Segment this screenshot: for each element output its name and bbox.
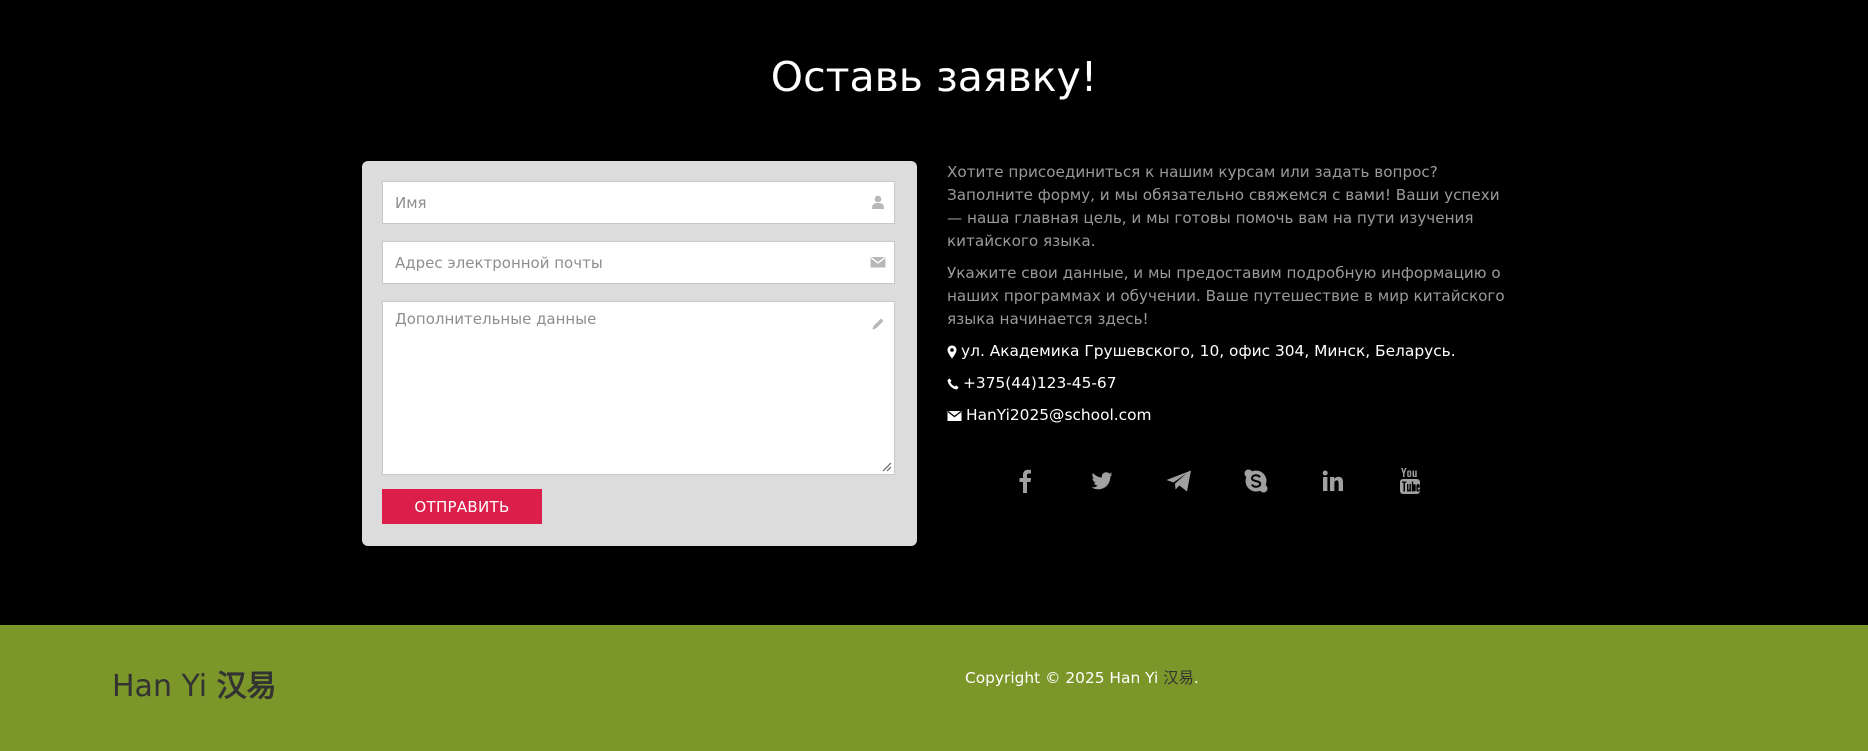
brand-chinese: 汉易 [216, 669, 277, 704]
youtube-icon[interactable] [1395, 466, 1425, 496]
footer-brand[interactable]: Han Yi 汉易 [112, 667, 277, 707]
info-paragraph-1: Хотите присоединиться к нашим курсам или… [947, 163, 1500, 250]
pencil-icon [872, 318, 884, 330]
envelope-icon [870, 256, 886, 268]
footer: Han Yi 汉易 Copyright © 2025 Han Yi 汉易. [0, 625, 1868, 751]
copyright: Copyright © 2025 Han Yi 汉易. [965, 666, 1199, 690]
email-line: HanYi2025@school.com [947, 404, 1507, 427]
map-marker-icon [947, 345, 957, 358]
skype-icon[interactable] [1241, 466, 1271, 496]
telegram-icon[interactable] [1164, 466, 1194, 496]
copyright-chinese: 汉易 [1163, 669, 1194, 687]
submit-button[interactable]: ОТПРАВИТЬ [382, 489, 542, 524]
address-text: ул. Академика Грушевского, 10, офис 304,… [961, 342, 1456, 360]
facebook-icon[interactable] [1010, 466, 1040, 496]
contact-section: Оставь заявку! Имя Адрес электронной поч… [0, 0, 1868, 625]
section-title: Оставь заявку! [770, 53, 1098, 101]
brand-latin: Han Yi [112, 669, 208, 704]
email-text: HanYi2025@school.com [966, 406, 1152, 424]
contact-form: Имя Адрес электронной почты Дополнительн… [362, 161, 917, 546]
extra-placeholder: Дополнительные данные [395, 310, 597, 328]
linkedin-icon[interactable] [1318, 466, 1348, 496]
extra-info-textarea[interactable]: Дополнительные данные [382, 301, 895, 475]
contact-info: Хотите присоединиться к нашим курсам или… [947, 161, 1507, 436]
name-placeholder: Имя [395, 194, 427, 212]
info-paragraph-2: Укажите свои данные, и мы предоставим по… [947, 264, 1505, 328]
copyright-suffix: . [1193, 669, 1199, 687]
social-links [1010, 466, 1430, 496]
phone-icon [947, 378, 959, 389]
resize-handle[interactable] [882, 462, 892, 472]
name-field[interactable]: Имя [382, 181, 895, 224]
user-icon [872, 195, 884, 209]
envelope-icon [947, 410, 962, 421]
phone-line: +375(44)123-45-67 [947, 372, 1507, 395]
twitter-icon[interactable] [1087, 466, 1117, 496]
phone-text: +375(44)123-45-67 [963, 374, 1117, 392]
email-field[interactable]: Адрес электронной почты [382, 241, 895, 284]
copyright-prefix: Copyright © 2025 Han Yi [965, 669, 1159, 687]
address-line: ул. Академика Грушевского, 10, офис 304,… [947, 340, 1507, 363]
email-placeholder: Адрес электронной почты [395, 254, 603, 272]
